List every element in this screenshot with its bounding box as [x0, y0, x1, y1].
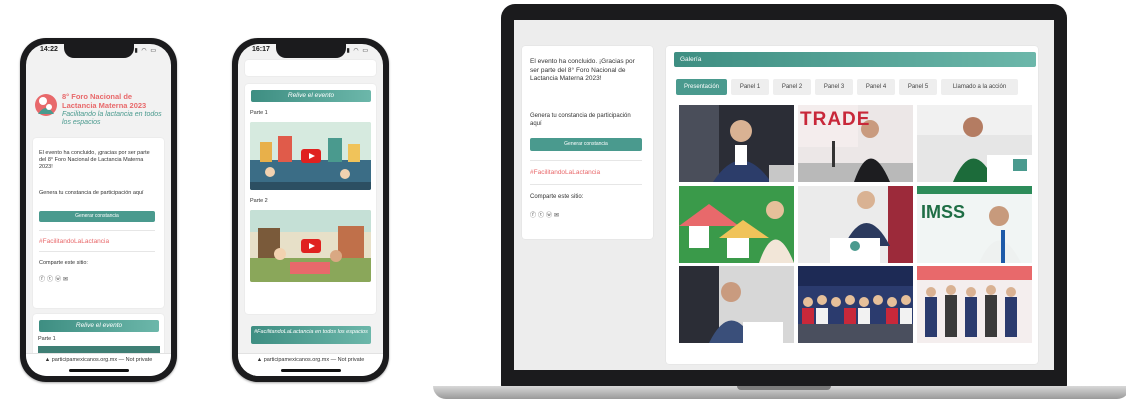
divider — [39, 230, 155, 231]
concluded-message: El evento ha concluido, ¡gracias por ser… — [39, 150, 150, 170]
relive-section-title: Relive el evento — [251, 90, 371, 102]
banner-text: TRADE — [800, 109, 871, 130]
whatsapp-icon[interactable]: ⓦ — [546, 213, 554, 219]
gallery-photo[interactable]: IMSS — [917, 186, 1032, 263]
status-time: 16:17 — [252, 46, 270, 53]
certificate-text: Genera tu constancia de participación aq… — [530, 113, 631, 127]
tab-panel-2[interactable]: Panel 2 — [773, 79, 811, 95]
relive-section-title: Relive el evento — [39, 320, 159, 332]
divider — [530, 160, 642, 161]
share-icons: ⓕⓣⓦ✉ — [530, 210, 561, 219]
play-icon[interactable] — [300, 149, 321, 163]
share-label: Comparte este sitio: — [39, 260, 88, 266]
play-icon[interactable] — [300, 239, 321, 253]
laptop-opening-notch — [737, 386, 831, 390]
gallery-photo[interactable] — [917, 266, 1032, 343]
generate-certificate-button[interactable]: Generar constancia — [39, 211, 155, 222]
status-icons: ▮▮ ◠ ▭ — [130, 48, 157, 54]
tab-panel-5[interactable]: Panel 5 — [899, 79, 937, 95]
tab-panel-3[interactable]: Panel 3 — [815, 79, 853, 95]
gallery-photo[interactable] — [679, 186, 794, 263]
gallery-photo[interactable] — [798, 186, 913, 263]
tab-panel-4[interactable]: Panel 4 — [857, 79, 895, 95]
tab-panel-1[interactable]: Panel 1 — [731, 79, 769, 95]
concluded-message: El evento ha concluido. ¡Gracias por ser… — [530, 58, 635, 82]
facebook-icon[interactable]: ⓕ — [39, 277, 47, 283]
part2-label: Parte 2 — [250, 198, 268, 204]
browser-url-bar[interactable]: ▲ participamexicanos.org.mx — Not privat… — [26, 353, 171, 376]
url-text: ▲ participamexicanos.org.mx — Not privat… — [44, 357, 153, 363]
event-logo-icon — [34, 92, 58, 118]
gallery-title: Galería — [674, 52, 1036, 67]
twitter-icon[interactable]: ⓣ — [538, 213, 546, 219]
gallery-photo[interactable] — [679, 266, 794, 343]
phone-mockup-left: 14:22 ▮▮ ◠ ▭ 8° Foro Nacional de Lactanc… — [20, 38, 177, 382]
relive-card: Relive el evento Parte 1 Parte 2 — [245, 84, 376, 314]
hashtag-link[interactable]: #FacilitandoLaLactancia — [530, 169, 600, 176]
phone-mockup-middle: 16:17 ▮▮ ◠ ▭ Relive el evento Parte 1 Pa… — [232, 38, 389, 382]
tab-presentacion[interactable]: Presentación — [676, 79, 727, 95]
generate-certificate-button[interactable]: Generar constancia — [530, 138, 642, 151]
phone-notch — [275, 44, 346, 58]
email-icon[interactable]: ✉ — [63, 277, 70, 283]
browser-url-bar[interactable]: ▲ participamexicanos.org.mx — Not privat… — [238, 353, 383, 376]
info-card: El evento ha concluido, ¡gracias por ser… — [33, 138, 164, 308]
part1-label: Parte 1 — [250, 110, 268, 116]
info-card: El evento ha concluido. ¡Gracias por ser… — [522, 46, 653, 239]
gallery-photo[interactable]: TRADE — [798, 105, 913, 182]
video-thumbnail-part2[interactable] — [250, 210, 371, 282]
share-icons: ⓕⓣⓦ✉ — [39, 274, 70, 283]
divider — [530, 184, 642, 185]
phone-notch — [63, 44, 134, 58]
gallery-photo[interactable] — [917, 105, 1032, 182]
email-icon[interactable]: ✉ — [554, 213, 561, 219]
url-text: ▲ participamexicanos.org.mx — Not privat… — [256, 357, 365, 363]
gallery-photo[interactable] — [679, 105, 794, 182]
video-thumbnail-part1[interactable] — [250, 122, 371, 190]
twitter-icon[interactable]: ⓣ — [47, 277, 55, 283]
gallery-photo[interactable] — [798, 266, 913, 343]
home-indicator — [280, 369, 341, 372]
phone-screen: 16:17 ▮▮ ◠ ▭ Relive el evento Parte 1 Pa… — [238, 44, 383, 376]
part-label: Parte 1 — [38, 336, 56, 342]
event-subtitle: Facilitando la lactancia en todos los es… — [62, 111, 162, 126]
phone-screen: 14:22 ▮▮ ◠ ▭ 8° Foro Nacional de Lactanc… — [26, 44, 171, 376]
bottom-section-banner: #FacilitandoLaLactancia en todos los esp… — [251, 326, 371, 344]
imss-logo-text: IMSS — [921, 202, 966, 222]
status-time: 14:22 — [40, 46, 58, 53]
share-label: Comparte este sitio: — [530, 194, 584, 200]
top-card-edge — [245, 60, 376, 76]
whatsapp-icon[interactable]: ⓦ — [55, 277, 63, 283]
hashtag-link[interactable]: #FacilitandoLaLactancia — [39, 238, 109, 245]
divider — [39, 251, 155, 252]
event-title: 8° Foro Nacional de Lactancia Materna 20… — [62, 92, 147, 110]
tab-call-to-action[interactable]: Llamado a la acción — [941, 79, 1018, 95]
facebook-icon[interactable]: ⓕ — [530, 213, 538, 219]
status-icons: ▮▮ ◠ ▭ — [342, 48, 369, 54]
home-indicator — [68, 369, 129, 372]
certificate-text: Genera tu constancia de participación aq… — [39, 190, 144, 196]
